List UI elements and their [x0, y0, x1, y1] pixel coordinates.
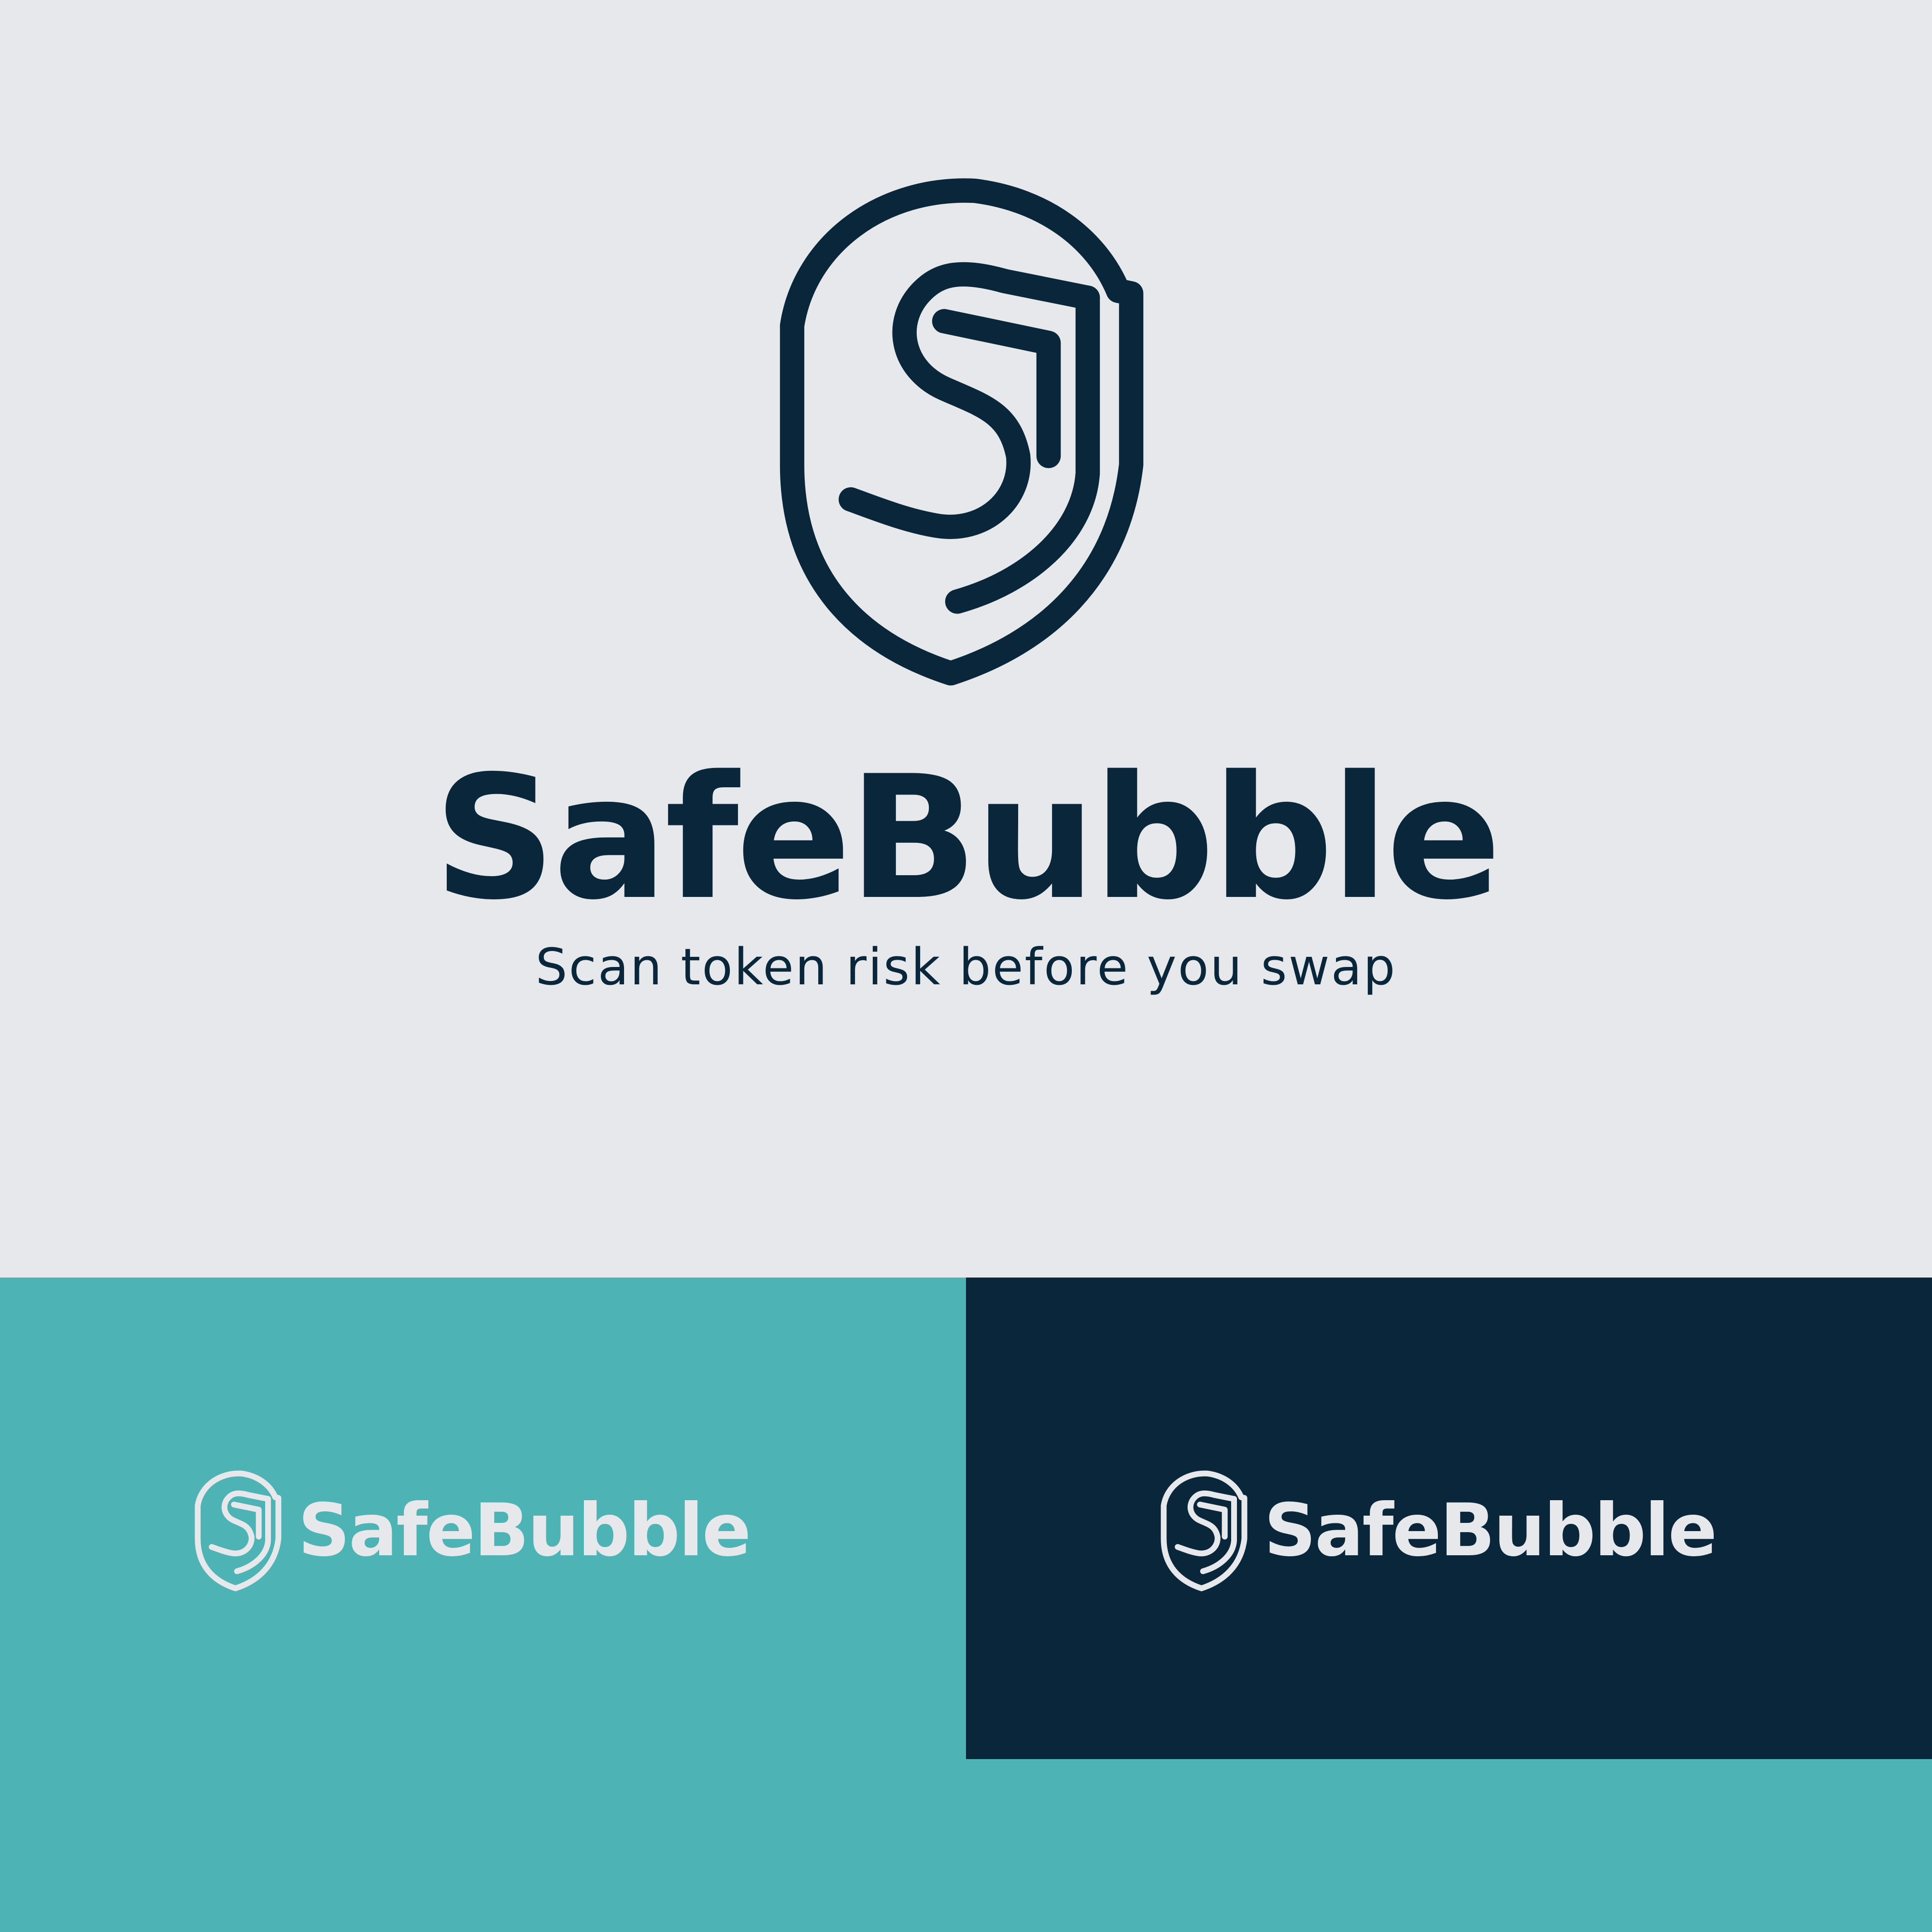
- navy-logo-lockup: SafeBubble: [1157, 1468, 1717, 1592]
- teal-logo-lockup: SafeBubble: [191, 1468, 751, 1592]
- brand-wordmark: SafeBubble: [433, 739, 1501, 938]
- brand-wordmark-navy: SafeBubble: [1264, 1488, 1717, 1573]
- brand-wordmark-teal: SafeBubble: [298, 1488, 751, 1573]
- shield-s-logo-icon: [191, 1468, 287, 1592]
- shield-s-logo-icon: [763, 169, 1169, 691]
- shield-s-logo-icon: [1157, 1468, 1253, 1592]
- brand-tagline: Scan token risk before you swap: [535, 938, 1397, 996]
